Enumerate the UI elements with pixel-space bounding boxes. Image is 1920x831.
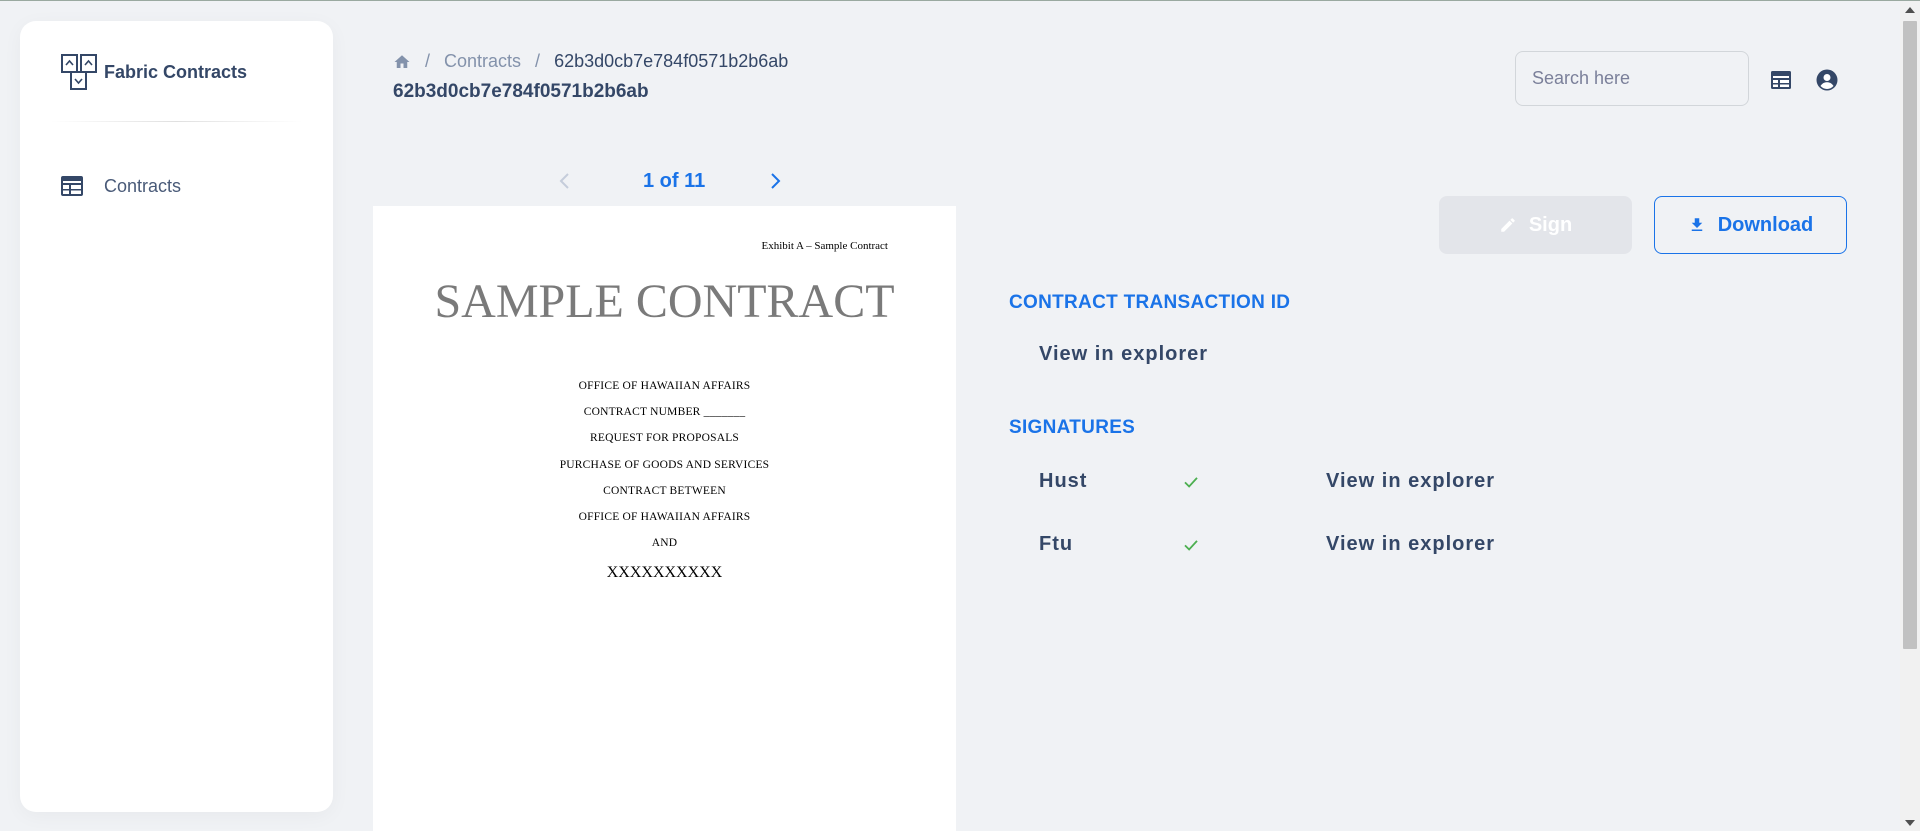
account-circle-icon[interactable] — [1815, 68, 1839, 92]
table-icon — [61, 176, 83, 196]
page-title: 62b3d0cb7e784f0571b2b6ab — [393, 81, 649, 102]
check-icon — [1184, 540, 1198, 551]
document-line: PURCHASE OF GOODS AND SERVICES — [559, 459, 770, 471]
transaction-heading: CONTRACT TRANSACTION ID — [1009, 292, 1291, 313]
download-label: Download — [1717, 213, 1814, 236]
check-icon — [1184, 477, 1198, 488]
home-icon[interactable] — [393, 53, 411, 71]
document-exhibit: Exhibit A – Sample Contract — [761, 240, 889, 252]
breadcrumb-separator: / — [425, 51, 431, 71]
signature-explorer-link[interactable]: View in explorer — [1326, 470, 1495, 493]
breadcrumb-separator: / — [535, 51, 541, 71]
breadcrumb-contracts[interactable]: Contracts — [444, 51, 521, 72]
pencil-icon — [1501, 218, 1515, 232]
signer-name: Hust — [1039, 470, 1088, 492]
sidebar: Fabric Contracts Contracts — [20, 21, 333, 812]
scrollbar[interactable] — [1900, 1, 1920, 831]
sidebar-divider — [50, 121, 303, 122]
table-view-icon[interactable] — [1769, 68, 1793, 92]
document-line: AND — [651, 537, 678, 549]
document-line: CONTRACT BETWEEN — [603, 485, 726, 497]
sign-button[interactable]: Sign — [1439, 196, 1632, 254]
pager: 1 of 11 — [553, 166, 793, 196]
sign-label: Sign — [1528, 213, 1573, 236]
breadcrumb-current: 62b3d0cb7e784f0571b2b6ab — [554, 51, 789, 71]
document-line: CONTRACT NUMBER _______ — [583, 406, 746, 418]
brand-name: Fabric Contracts — [104, 61, 248, 82]
sidebar-item-label: Contracts — [104, 175, 182, 196]
fabric-logo-icon — [61, 54, 97, 90]
chevron-left-icon[interactable] — [553, 169, 577, 193]
page-indicator: 1 of 11 — [643, 170, 706, 192]
document-party: XXXXXXXXXX — [606, 564, 723, 581]
document-preview: Exhibit A – Sample Contract SAMPLE CONTR… — [373, 206, 956, 831]
search-input[interactable] — [1515, 51, 1749, 106]
document-line: OFFICE OF HAWAIIAN AFFAIRS — [578, 511, 751, 523]
download-button[interactable]: Download — [1654, 196, 1847, 254]
document-title: SAMPLE CONTRACT — [434, 275, 895, 328]
scroll-up-arrow-icon[interactable] — [1905, 7, 1915, 13]
brand[interactable]: Fabric Contracts — [60, 53, 247, 91]
download-icon — [1691, 218, 1702, 231]
chevron-right-icon[interactable] — [763, 169, 787, 193]
sidebar-item-contracts[interactable]: Contracts — [60, 175, 181, 197]
document-line: OFFICE OF HAWAIIAN AFFAIRS — [578, 380, 751, 392]
document-line: REQUEST FOR PROPOSALS — [589, 432, 740, 444]
signature-explorer-link[interactable]: View in explorer — [1326, 533, 1495, 556]
transaction-explorer-link[interactable]: View in explorer — [1039, 343, 1208, 366]
breadcrumb: / Contracts / 62b3d0cb7e784f0571b2b6ab — [393, 51, 788, 72]
scrollbar-thumb[interactable] — [1903, 21, 1917, 649]
scroll-down-arrow-icon[interactable] — [1905, 820, 1915, 826]
signatures-heading: SIGNATURES — [1009, 417, 1136, 438]
signer-name: Ftu — [1039, 533, 1074, 555]
